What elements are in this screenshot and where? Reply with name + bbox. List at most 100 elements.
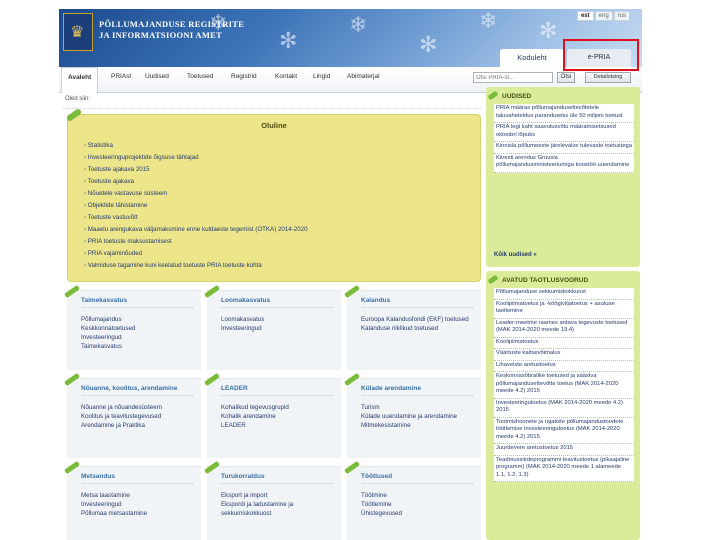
category-link[interactable]: Investeeringud [81, 500, 147, 509]
category-title[interactable]: Kalandus [361, 297, 390, 304]
lang-rus[interactable]: rus [613, 11, 630, 21]
category-title[interactable]: Metsandus [81, 473, 115, 480]
category-title[interactable]: Taimekasvatus [81, 297, 127, 304]
leaf-icon [65, 107, 83, 123]
category-links: Nõuanne ja nõuandesüsteem Koolitus ja te… [81, 403, 162, 430]
category-link[interactable]: Koolitus ja teavitustegevused [81, 412, 162, 421]
category-title[interactable]: Töötlused [361, 473, 392, 480]
category-link[interactable]: Kohalikud tegevusgrupid [221, 403, 289, 412]
important-link[interactable]: PRIA vajaminõuded [84, 248, 480, 260]
open-rounds-panel: AVATUD TAOTLUSVOORUD Põllumajanduse sekk… [486, 271, 640, 540]
lang-eng[interactable]: eng [594, 11, 613, 21]
all-news-link[interactable]: Kõik uudised » [494, 252, 537, 258]
divider [221, 483, 333, 484]
category-links: Euroopa Kalandusfondi (EKF) toetused Kal… [361, 315, 469, 333]
search-button[interactable]: Otsi [557, 72, 575, 83]
open-round-item[interactable]: Keskonnasõbralike toetused ja säästva põ… [494, 372, 634, 399]
category-links: Töötmine Töötlemine Ühistegevused [361, 491, 402, 518]
open-round-item[interactable]: Lihaveiste aretustoetus [494, 361, 634, 372]
category-link[interactable]: Ühistegevused [361, 509, 402, 518]
category-link[interactable]: Euroopa Kalandusfondi (EKF) toetused [361, 315, 469, 324]
nav-item-registrid[interactable]: Registrid [231, 73, 257, 80]
category-link[interactable]: Külade uuendamine ja arendamine [361, 412, 457, 421]
category-title[interactable]: Külade arendamine [361, 385, 421, 392]
open-round-item[interactable]: Leader-meetme raames antava tegevuste to… [494, 319, 634, 338]
news-panel: UUDISED PRIA määras põllumajandusettevõt… [486, 87, 640, 267]
category-title[interactable]: Loomakasvatus [221, 297, 270, 304]
snowflake-decoration: ❄ [479, 9, 498, 34]
news-title: UUDISED [502, 93, 532, 100]
news-item[interactable]: Kinnisla põllumeeste järelevalve tulevas… [494, 142, 634, 154]
category-link[interactable]: Investeeringud [81, 333, 135, 342]
category-link[interactable]: Eksport ja import [221, 491, 341, 500]
open-round-item[interactable]: Koolipiimatoetus ja -köögiviljatoetus + … [494, 300, 634, 319]
category-title[interactable]: Turukorraldus [221, 473, 265, 480]
lang-est[interactable]: est [576, 11, 594, 21]
nav-item-priast[interactable]: PRIAst [111, 73, 131, 80]
coat-of-arms-logo[interactable]: ♛ [63, 13, 93, 51]
category-title[interactable]: Nõuanne, koolitus, arendamine [81, 385, 177, 392]
advanced-search-button[interactable]: Detailotsing [585, 72, 631, 83]
category-link[interactable]: Töötlemine [361, 500, 402, 509]
category-link[interactable]: Arendamine ja Praktika [81, 421, 162, 430]
category-link[interactable]: Taimekasvatus [81, 342, 135, 351]
category-links: Põllumajandus Keskkonnatoetused Investee… [81, 315, 135, 351]
org-name-line2: JA INFORMATSIOONI AMET [99, 30, 223, 40]
category-link[interactable]: Töötmine [361, 491, 402, 500]
category-link[interactable]: Metsa taastamine [81, 491, 147, 500]
open-round-item[interactable]: Juurdevere aretustoetus 2015 [494, 444, 634, 456]
open-round-item[interactable]: Põllumajanduse sekkumiskokkuost [494, 288, 634, 300]
category-link[interactable]: Kohalik arendamine [221, 412, 289, 421]
leaf-icon [64, 372, 80, 387]
home-tab[interactable]: Koduleht [500, 49, 564, 67]
divider [81, 483, 193, 484]
category-link[interactable]: Investeeringud [221, 324, 264, 333]
category-link[interactable]: Nõuanne ja nõuandesüsteem [81, 403, 162, 412]
leaf-icon [64, 460, 80, 475]
important-link[interactable]: PRIA toetuste maksustamisest [84, 236, 480, 248]
organization-name[interactable]: PÕLLUMAJANDUSE REGISTRITE JA INFORMATSIO… [99, 19, 244, 41]
news-item[interactable]: PRIA määras põllumajandusettevõtetele ta… [494, 104, 634, 123]
nav-item-avaleht[interactable]: Avaleht [61, 67, 99, 93]
important-link[interactable]: Valmiduse tagamine kuni keelatud toetust… [84, 260, 480, 272]
nav-item-toetused[interactable]: Toetused [187, 73, 213, 80]
nav-item-uudised[interactable]: Uudised [145, 73, 169, 80]
open-rounds-title: AVATUD TAOTLUSVOORUD [502, 277, 589, 284]
divider [81, 307, 193, 308]
news-item[interactable]: Kiiresti arendus Gruusia põllumajandusmi… [494, 154, 634, 173]
category-link[interactable]: Mitmekesistamine [361, 421, 457, 430]
open-round-item[interactable]: Investeeringutoetus (MAK 2014-2020 meede… [494, 399, 634, 418]
category-link[interactable]: Loomakasvatus [221, 315, 264, 324]
news-item[interactable]: PRIA tegi kaht saavutusvõtu määramisetsu… [494, 123, 634, 142]
open-round-item[interactable]: Teadmussiirdeprogrammi teavitustoetus (p… [494, 456, 634, 482]
nav-item-abimaterjal[interactable]: Abimaterjal [347, 73, 380, 80]
important-link[interactable]: Objektide tähistamine [84, 200, 480, 212]
important-link[interactable]: Nõuetele vastavuse süsteem [84, 188, 480, 200]
category-link[interactable]: Turism [361, 403, 457, 412]
open-round-item[interactable]: Koolipiimatoetus [494, 338, 634, 349]
important-link[interactable]: Toetuste vastuvõtt [84, 212, 480, 224]
category-link[interactable]: Põllumaa metsastamine [81, 509, 147, 518]
category-title[interactable]: LEADER [221, 385, 248, 392]
category-link[interactable]: Keskkonnatoetused [81, 324, 135, 333]
open-rounds-list: Põllumajanduse sekkumiskokkuost Koolipii… [494, 288, 634, 482]
open-round-item[interactable]: Väärtuste kaitsevõimalus [494, 349, 634, 361]
important-link[interactable]: Maaelu arengukava väljamaksmine enne kul… [84, 224, 480, 236]
nav-item-lingid[interactable]: Lingid [313, 73, 330, 80]
category-box-loomakasvatus: Loomakasvatus Loomakasvatus Investeering… [204, 284, 341, 370]
snowflake-decoration: ❄ [349, 13, 368, 38]
important-link[interactable]: Statistika [84, 140, 480, 152]
important-link[interactable]: Toetuste ajakava [84, 176, 480, 188]
open-round-item[interactable]: Tootmishoonete ja rajatiste põllumajandu… [494, 418, 634, 444]
important-link[interactable]: Investeeringuprojektide õigsuse tähtajad [84, 152, 480, 164]
category-link[interactable]: Kalanduse riiklikud toetused [361, 324, 469, 333]
category-links: Metsa taastamine Investeeringud Põllumaa… [81, 491, 147, 518]
leaf-icon [204, 460, 220, 475]
category-link[interactable]: Ekspordi ja ladustamine ja sekkumiskokku… [221, 500, 341, 518]
category-link[interactable]: Põllumajandus [81, 315, 135, 324]
nav-item-kontakt[interactable]: Kontakt [275, 73, 297, 80]
search-input[interactable] [473, 72, 553, 83]
important-link[interactable]: Toetuste ajakava 2015 [84, 164, 480, 176]
leaf-icon [344, 460, 360, 475]
category-link[interactable]: LEADER [221, 421, 289, 430]
